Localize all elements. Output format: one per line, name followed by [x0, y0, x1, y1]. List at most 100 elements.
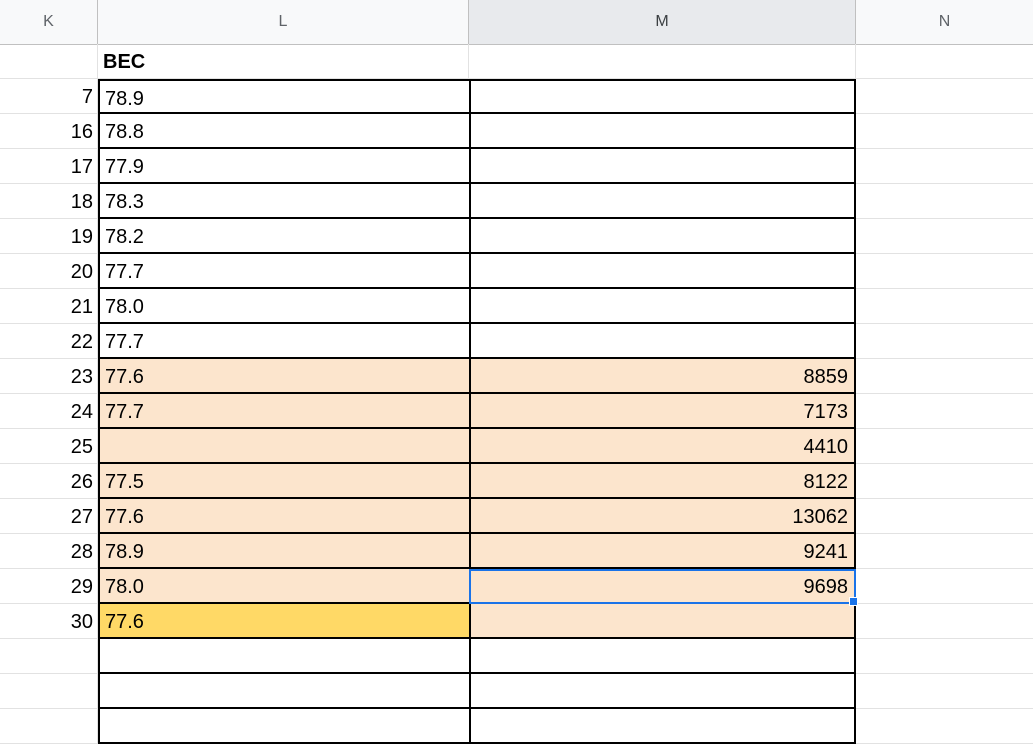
cell-n[interactable] [856, 359, 1033, 394]
table-row: 30 77.6 [0, 604, 1033, 639]
cell-k[interactable]: 18 [0, 184, 98, 219]
cell-k[interactable]: 24 [0, 394, 98, 429]
table-row: 7 78.9 [0, 79, 1033, 114]
cell-n[interactable] [856, 149, 1033, 184]
cell-l[interactable] [98, 639, 469, 674]
cell-n[interactable] [856, 499, 1033, 534]
table-row: 18 78.3 [0, 184, 1033, 219]
cell-m[interactable] [469, 324, 856, 359]
table-row [0, 639, 1033, 674]
cell-l[interactable]: 78.8 [98, 114, 469, 149]
table-row: 16 78.8 [0, 114, 1033, 149]
cell-l[interactable] [98, 674, 469, 709]
cell-n[interactable] [856, 569, 1033, 604]
cell-k[interactable]: 27 [0, 499, 98, 534]
column-header-bar: K L M N [0, 0, 1033, 45]
cell-n[interactable] [856, 429, 1033, 464]
cell-m[interactable]: 7173 [469, 394, 856, 429]
spreadsheet-grid: BEC 7 78.9 16 78.8 17 77.9 18 78.3 19 78… [0, 44, 1033, 744]
cell-k[interactable]: 20 [0, 254, 98, 289]
cell-k[interactable]: 19 [0, 219, 98, 254]
cell-l[interactable]: 78.3 [98, 184, 469, 219]
cell-m[interactable]: 9241 [469, 534, 856, 569]
cell-k[interactable]: 22 [0, 324, 98, 359]
cell-l[interactable]: 78.2 [98, 219, 469, 254]
cell-k[interactable]: 23 [0, 359, 98, 394]
cell-k[interactable]: 21 [0, 289, 98, 324]
cell-l[interactable]: 77.7 [98, 324, 469, 359]
cell-l[interactable]: 77.5 [98, 464, 469, 499]
cell-m[interactable] [469, 674, 856, 709]
column-header-k[interactable]: K [0, 0, 98, 44]
table-row: 24 77.7 7173 [0, 394, 1033, 429]
table-row: 28 78.9 9241 [0, 534, 1033, 569]
cell-n[interactable] [856, 289, 1033, 324]
fill-handle[interactable] [849, 597, 858, 606]
cell-m[interactable]: 13062 [469, 499, 856, 534]
cell-m[interactable] [469, 639, 856, 674]
cell-k[interactable]: 29 [0, 569, 98, 604]
table-row: 25 4410 [0, 429, 1033, 464]
cell-k[interactable]: 26 [0, 464, 98, 499]
cell-l[interactable]: 78.0 [98, 569, 469, 604]
cell-n[interactable] [856, 114, 1033, 149]
column-header-n[interactable]: N [856, 0, 1033, 44]
table-row: 20 77.7 [0, 254, 1033, 289]
cell-m[interactable]: 8859 [469, 359, 856, 394]
cell-k[interactable]: 7 [0, 79, 98, 114]
cell-l[interactable]: 77.6 [98, 359, 469, 394]
cell-l-header[interactable]: BEC [98, 44, 469, 79]
cell-m[interactable] [469, 254, 856, 289]
cell-n[interactable] [856, 534, 1033, 569]
cell-k[interactable] [0, 674, 98, 709]
cell-l[interactable]: 77.9 [98, 149, 469, 184]
cell-k[interactable]: 16 [0, 114, 98, 149]
cell-n[interactable] [856, 184, 1033, 219]
table-row: 26 77.5 8122 [0, 464, 1033, 499]
cell-k[interactable] [0, 639, 98, 674]
cell-m[interactable] [469, 604, 856, 639]
table-row: 22 77.7 [0, 324, 1033, 359]
cell-k[interactable]: 28 [0, 534, 98, 569]
cell-l[interactable]: 77.7 [98, 254, 469, 289]
cell-m[interactable] [469, 79, 856, 114]
cell-n[interactable] [856, 604, 1033, 639]
cell-m[interactable] [469, 184, 856, 219]
table-row: 27 77.6 13062 [0, 499, 1033, 534]
cell-n[interactable] [856, 639, 1033, 674]
cell-l[interactable] [98, 429, 469, 464]
cell-l[interactable]: 78.9 [98, 79, 469, 114]
cell-k[interactable]: 25 [0, 429, 98, 464]
cell-k[interactable] [0, 44, 98, 79]
cell-n[interactable] [856, 324, 1033, 359]
cell-k[interactable]: 30 [0, 604, 98, 639]
table-row [0, 674, 1033, 709]
cell-m[interactable] [469, 289, 856, 324]
table-row: 21 78.0 [0, 289, 1033, 324]
cell-m[interactable] [469, 149, 856, 184]
cell-n[interactable] [856, 219, 1033, 254]
cell-m[interactable] [469, 219, 856, 254]
cell-m[interactable] [469, 114, 856, 149]
cell-l[interactable]: 78.9 [98, 534, 469, 569]
cell-l[interactable]: 77.6 [98, 499, 469, 534]
cell-l[interactable]: 78.0 [98, 289, 469, 324]
cell-n[interactable] [856, 44, 1033, 79]
cell-m[interactable]: 4410 [469, 429, 856, 464]
cell-l[interactable]: 77.6 [98, 604, 469, 639]
cell-n[interactable] [856, 464, 1033, 499]
table-row: 19 78.2 [0, 219, 1033, 254]
cell-n[interactable] [856, 674, 1033, 709]
cell-n[interactable] [856, 394, 1033, 429]
table-row: 23 77.6 8859 [0, 359, 1033, 394]
cell-l[interactable]: 77.7 [98, 394, 469, 429]
table-row: 17 77.9 [0, 149, 1033, 184]
cell-m[interactable] [469, 44, 856, 79]
column-header-l[interactable]: L [98, 0, 469, 44]
cell-m[interactable]: 8122 [469, 464, 856, 499]
column-header-m[interactable]: M [469, 0, 856, 44]
cell-n[interactable] [856, 254, 1033, 289]
cell-k[interactable]: 17 [0, 149, 98, 184]
cell-n[interactable] [856, 79, 1033, 114]
cell-selection-outline[interactable] [469, 569, 856, 604]
